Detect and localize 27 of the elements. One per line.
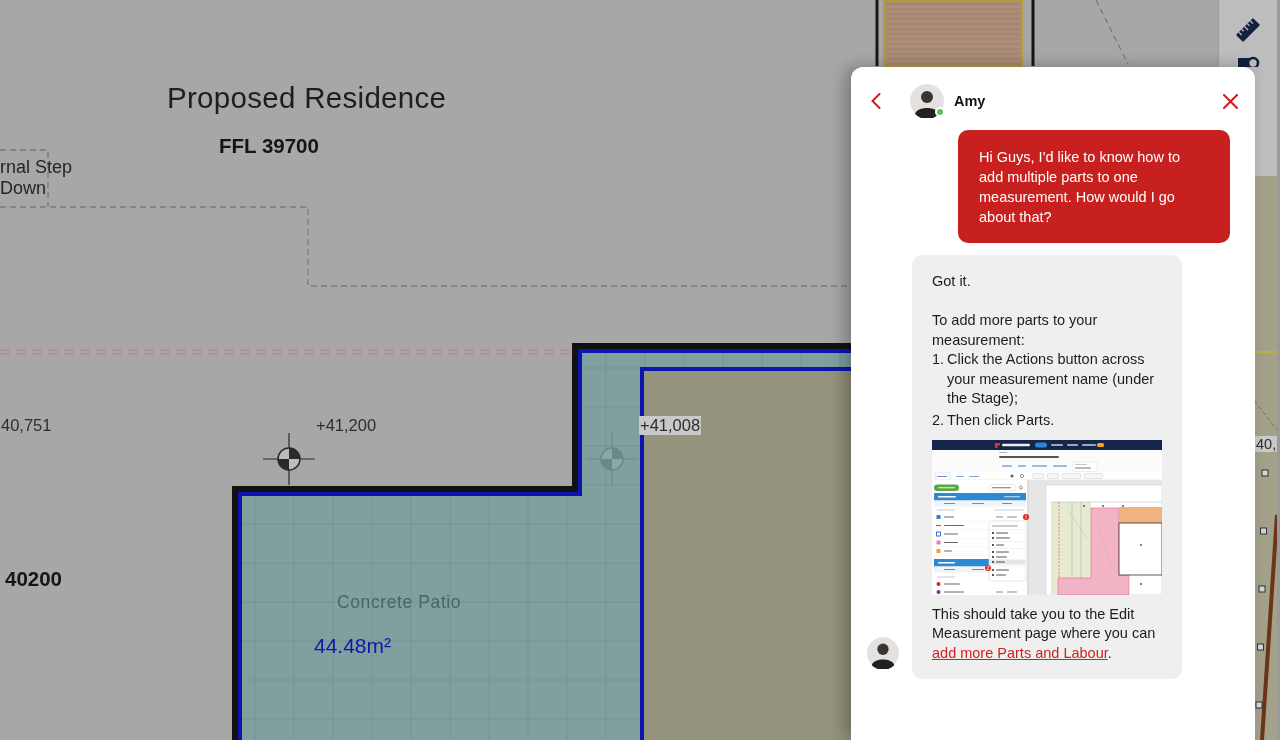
list-item-text: Then click Parts. <box>947 411 1055 430</box>
area-name: Concrete Patio <box>337 592 462 613</box>
crosshair-icon <box>262 432 316 486</box>
message-text: This should take you to the Edit Measurement page where you can add more Parts and Labour. <box>932 604 1157 663</box>
message-text: Got it. <box>932 272 972 291</box>
level-mark: 40200 <box>5 567 62 591</box>
avatar-icon <box>910 84 944 118</box>
list-number: 1. <box>932 350 946 369</box>
chevron-left-icon <box>871 93 881 109</box>
spot-level: +41,008 <box>639 416 702 435</box>
help-link[interactable]: add more Parts and Labour <box>932 644 1108 661</box>
dashed-guide-line <box>1095 0 1129 65</box>
step-note: rnal Step Down <box>0 157 74 199</box>
area-size: 44.48m² <box>314 634 392 658</box>
shape-search-icon[interactable] <box>1236 56 1260 67</box>
user-message: Hi Guys, I'd like to know how to add multiple parts to one measurement. How would I go about that? <box>958 130 1230 243</box>
message-text: To add more parts to your measurement: <box>932 311 1099 350</box>
spot-level: 40, <box>1255 436 1278 452</box>
list-number: 2. <box>932 411 946 430</box>
avatar-icon <box>867 637 899 669</box>
floor-level-label: FFL 39700 <box>219 134 319 158</box>
spot-level: 40,751 <box>0 416 53 435</box>
agent-name: Amy <box>954 93 986 109</box>
spot-level: +41,200 <box>315 416 378 435</box>
plan-title: Proposed Residence <box>167 81 447 115</box>
list-item-text: Click the Actions button across your measurement name (under the Stage); <box>947 350 1156 408</box>
close-icon <box>1222 93 1238 109</box>
